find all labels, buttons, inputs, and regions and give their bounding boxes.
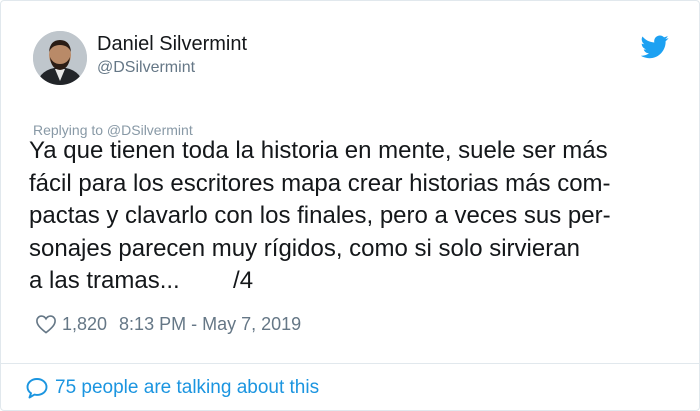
heart-icon[interactable]: [35, 314, 57, 334]
avatar-image: [33, 31, 87, 85]
tweet-text: Ya que tienen toda la historia en mente,…: [29, 135, 693, 298]
divider: [1, 363, 699, 364]
author-handle[interactable]: @DSilvermint: [97, 59, 195, 77]
like-count[interactable]: 1,820: [62, 314, 107, 335]
tweet-card: Daniel Silvermint @DSilvermint Replying …: [0, 0, 700, 411]
tweet-text-line: a las tramas... /4: [29, 267, 254, 295]
author-name[interactable]: Daniel Silvermint: [97, 33, 247, 56]
tweet-text-line: sonajes parecen muy rígidos, como si sol…: [29, 234, 580, 262]
speech-bubble-icon: [26, 378, 48, 399]
tweet-text-line: Ya que tienen toda la historia en mente,…: [29, 137, 608, 164]
twitter-bird-icon[interactable]: [640, 35, 669, 59]
avatar[interactable]: [33, 31, 87, 85]
tweet-timestamp[interactable]: 8:13 PM - May 7, 2019: [119, 314, 301, 335]
tweet-meta: 1,820 8:13 PM - May 7, 2019: [35, 313, 301, 335]
talking-count-text[interactable]: 75 people are talking about this: [55, 377, 319, 399]
tweet-text-line: pactas y clavarlo con los finales, pero …: [29, 202, 611, 230]
tweet-text-line: fácil para los escritores mapa crear his…: [29, 169, 611, 197]
conversation-link[interactable]: 75 people are talking about this: [25, 376, 319, 400]
